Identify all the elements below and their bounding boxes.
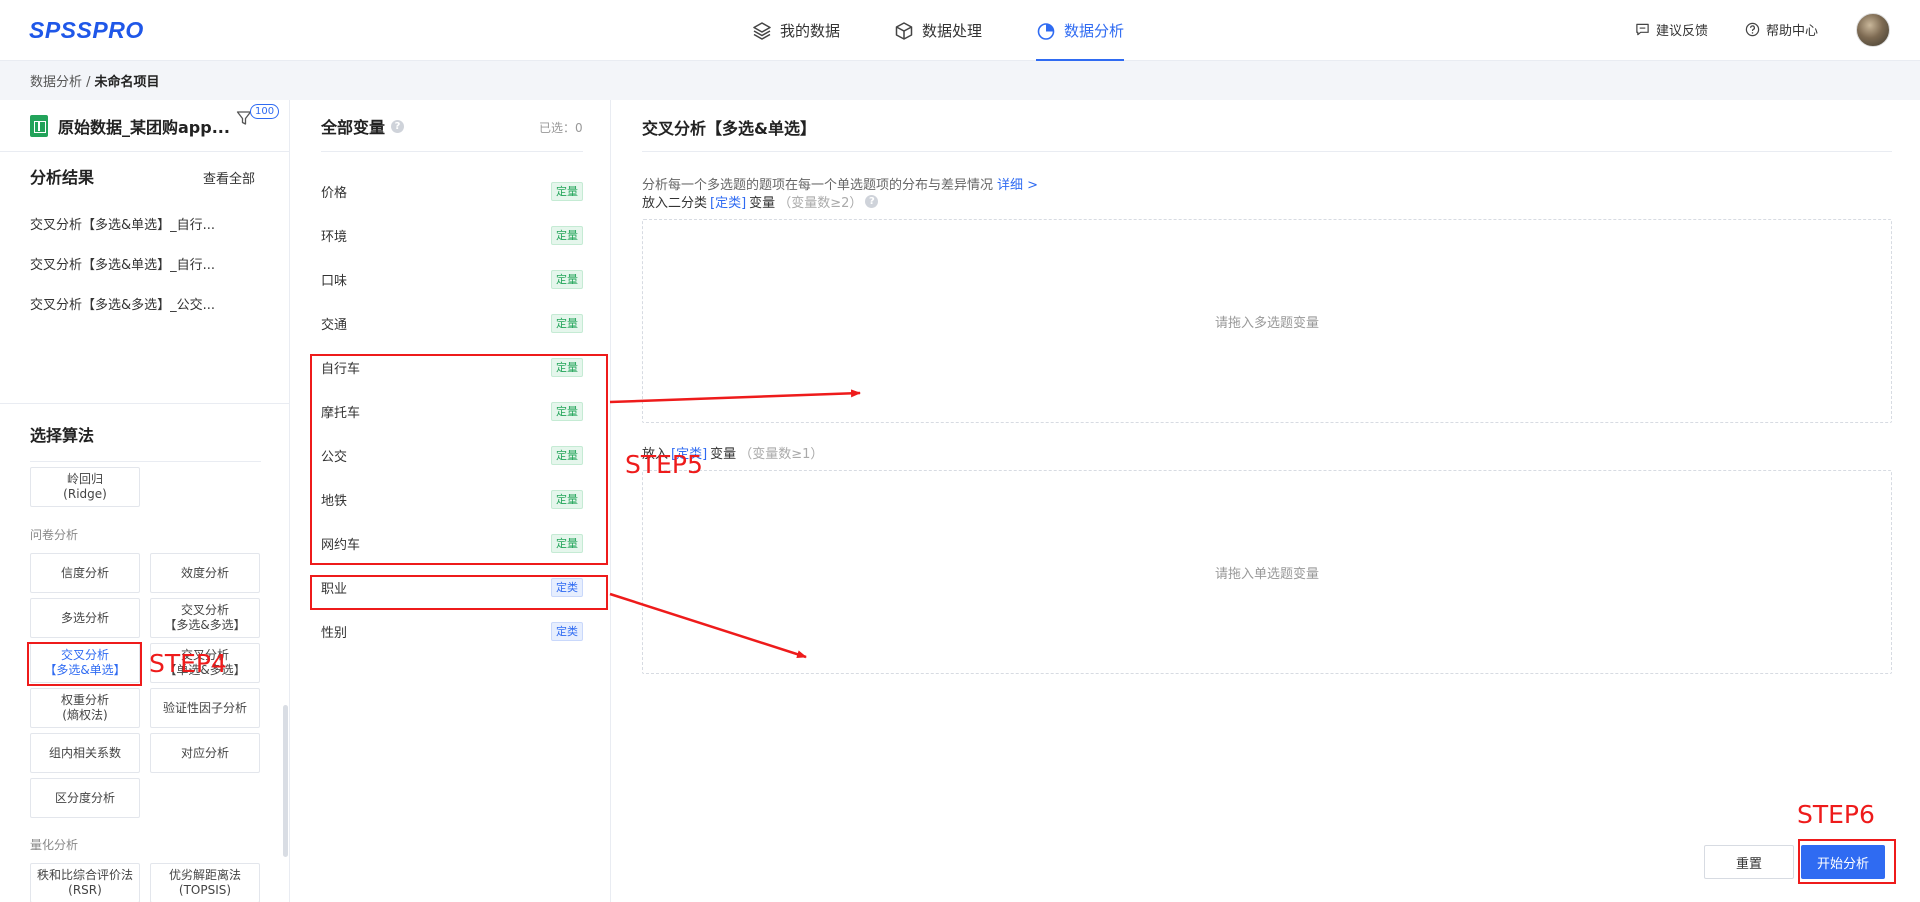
result-item[interactable]: 交叉分析【多选&单选】_自行... xyxy=(30,214,240,233)
result-item[interactable]: 交叉分析【多选&多选】_公交... xyxy=(30,294,240,313)
analysis-title: 交叉分析【多选&单选】 xyxy=(642,119,816,138)
dataset-name: 原始数据_某团购app... xyxy=(58,118,230,137)
analysis-panel: 交叉分析【多选&单选】 分析每一个多选题的题项在每一个单选题项的分布与差异情况详… xyxy=(612,100,1920,902)
question-icon[interactable]: ? xyxy=(391,119,405,133)
algo-topsis-button[interactable]: 优劣解距离法 (TOPSIS) xyxy=(150,863,260,902)
step4-highlight-box xyxy=(27,642,142,686)
analysis-description: 分析每一个多选题的题项在每一个单选题项的分布与差异情况 详细 > xyxy=(642,174,1038,193)
zone1-requirement: （变量数≥2） xyxy=(778,196,863,211)
tab-data-processing[interactable]: 数据处理 xyxy=(894,0,982,61)
algo-validity-button[interactable]: 效度分析 xyxy=(150,553,260,593)
result-item[interactable]: 交叉分析【多选&单选】_自行... xyxy=(30,254,240,273)
tab-data-analysis[interactable]: 数据分析 xyxy=(1036,0,1125,61)
divider xyxy=(0,151,290,152)
variable-type-badge: 定量 xyxy=(551,313,583,333)
variable-item[interactable]: 交通 定量 xyxy=(321,305,583,341)
zone2-requirement: （变量数≥1） xyxy=(739,447,824,462)
filter-button[interactable]: 100 xyxy=(236,104,280,130)
step4-label: STEP4 xyxy=(149,649,227,678)
help-label: 帮助中心 xyxy=(1766,24,1819,39)
variables-title: 全部变量 ? xyxy=(321,114,405,138)
dropzone-placeholder: 请拖入多选题变量 xyxy=(1214,315,1319,331)
divider xyxy=(30,461,261,462)
algo-multi-choice-button[interactable]: 多选分析 xyxy=(30,598,140,638)
group-questionnaire-label: 问卷分析 xyxy=(30,528,79,542)
filter-count-badge: 100 xyxy=(250,104,280,119)
algo-discrimination-button[interactable]: 区分度分析 xyxy=(30,778,140,818)
results-title: 分析结果 xyxy=(30,168,95,187)
algo-ridge-button[interactable]: 岭回归 (Ridge) xyxy=(30,467,140,507)
algo-icc-button[interactable]: 组内相关系数 xyxy=(30,733,140,773)
tab-data-analysis-label: 数据分析 xyxy=(1064,22,1125,40)
divider xyxy=(642,151,1892,152)
step5-label: STEP5 xyxy=(625,450,703,479)
algo-cfa-button[interactable]: 验证性因子分析 xyxy=(150,688,260,728)
variable-type-badge: 定量 xyxy=(551,225,583,245)
user-avatar[interactable] xyxy=(1856,13,1890,47)
variable-name: 交通 xyxy=(321,317,348,333)
algo-reliability-button[interactable]: 信度分析 xyxy=(30,553,140,593)
variable-type-badge: 定类 xyxy=(551,621,583,641)
pie-chart-icon xyxy=(1037,22,1055,40)
feedback-label: 建议反馈 xyxy=(1656,24,1709,39)
algo-scrollbar[interactable] xyxy=(283,705,288,857)
algo-title: 选择算法 xyxy=(30,426,95,445)
zone1-suffix: 变量 xyxy=(749,196,776,211)
view-all-results-link[interactable]: 查看全部 xyxy=(203,168,255,187)
tab-data-processing-label: 数据处理 xyxy=(922,22,983,40)
variable-name: 价格 xyxy=(321,185,348,201)
help-circle-icon xyxy=(1745,22,1760,37)
dropzone-placeholder: 请拖入单选题变量 xyxy=(1214,566,1319,582)
help-link[interactable]: 帮助中心 xyxy=(1745,20,1818,39)
variable-name: 环境 xyxy=(321,229,348,245)
divider xyxy=(0,403,290,404)
feedback-icon xyxy=(1636,23,1649,36)
breadcrumb-parent[interactable]: 数据分析 / xyxy=(30,71,91,90)
reset-button[interactable]: 重置 xyxy=(1704,845,1794,879)
variable-item[interactable]: 环境 定量 xyxy=(321,217,583,253)
app-logo[interactable]: SPSSPRO xyxy=(29,17,144,44)
analysis-description-text: 分析每一个多选题的题项在每一个单选题项的分布与差异情况 xyxy=(642,178,994,193)
variable-item[interactable]: 价格 定量 xyxy=(321,173,583,209)
cube-icon xyxy=(895,21,913,40)
variable-type-badge: 定量 xyxy=(551,269,583,289)
feedback-link[interactable]: 建议反馈 xyxy=(1635,20,1708,39)
divider xyxy=(321,151,583,152)
variable-name: 口味 xyxy=(321,273,348,289)
breadcrumb: 数据分析 / 未命名项目 xyxy=(0,61,1920,100)
selected-count: 已选：0 xyxy=(539,121,583,135)
zone1-kind: [定类] xyxy=(710,196,747,211)
tab-my-data-label: 我的数据 xyxy=(780,22,841,40)
variable-item[interactable]: 口味 定量 xyxy=(321,261,583,297)
multi-choice-dropzone[interactable]: 请拖入多选题变量 xyxy=(642,219,1892,423)
variable-item[interactable]: 性别 定类 xyxy=(321,613,583,649)
single-choice-dropzone[interactable]: 请拖入单选题变量 xyxy=(642,470,1892,674)
variables-title-text: 全部变量 xyxy=(321,118,386,137)
step5-highlight-box xyxy=(310,354,608,565)
group-quant-label: 量化分析 xyxy=(30,838,79,852)
left-sidebar: 原始数据_某团购app... 100 分析结果 查看全部 交叉分析【多选&单选】… xyxy=(0,100,290,902)
algo-rsr-button[interactable]: 秩和比综合评价法 (RSR) xyxy=(30,863,140,902)
spreadsheet-icon xyxy=(30,115,48,137)
breadcrumb-current: 未命名项目 xyxy=(94,75,160,90)
detail-link[interactable]: 详细 > xyxy=(997,178,1038,193)
algo-cross-multi-multi-button[interactable]: 交叉分析 【多选&多选】 xyxy=(150,598,260,638)
step5-highlight-box xyxy=(310,575,608,610)
zone1-prefix: 放入二分类 xyxy=(642,196,708,211)
variable-name: 性别 xyxy=(321,625,348,641)
dataset-header[interactable]: 原始数据_某团购app... xyxy=(30,114,233,138)
algo-entropy-weight-button[interactable]: 权重分析 (熵权法) xyxy=(30,688,140,728)
tab-my-data[interactable]: 我的数据 xyxy=(752,0,840,61)
step6-highlight-box xyxy=(1798,839,1896,884)
step6-label: STEP6 xyxy=(1797,800,1875,829)
top-navbar: SPSSPRO 我的数据 数据处理 数据分析 建议反馈 帮助中心 xyxy=(0,0,1920,61)
layers-icon xyxy=(753,21,771,40)
variable-type-badge: 定量 xyxy=(551,181,583,201)
question-icon[interactable]: ? xyxy=(865,195,879,208)
zone2-suffix: 变量 xyxy=(710,447,737,462)
zone1-label: 放入二分类 [定类] 变量 （变量数≥2） ? xyxy=(642,192,879,211)
algo-correspondence-button[interactable]: 对应分析 xyxy=(150,733,260,773)
